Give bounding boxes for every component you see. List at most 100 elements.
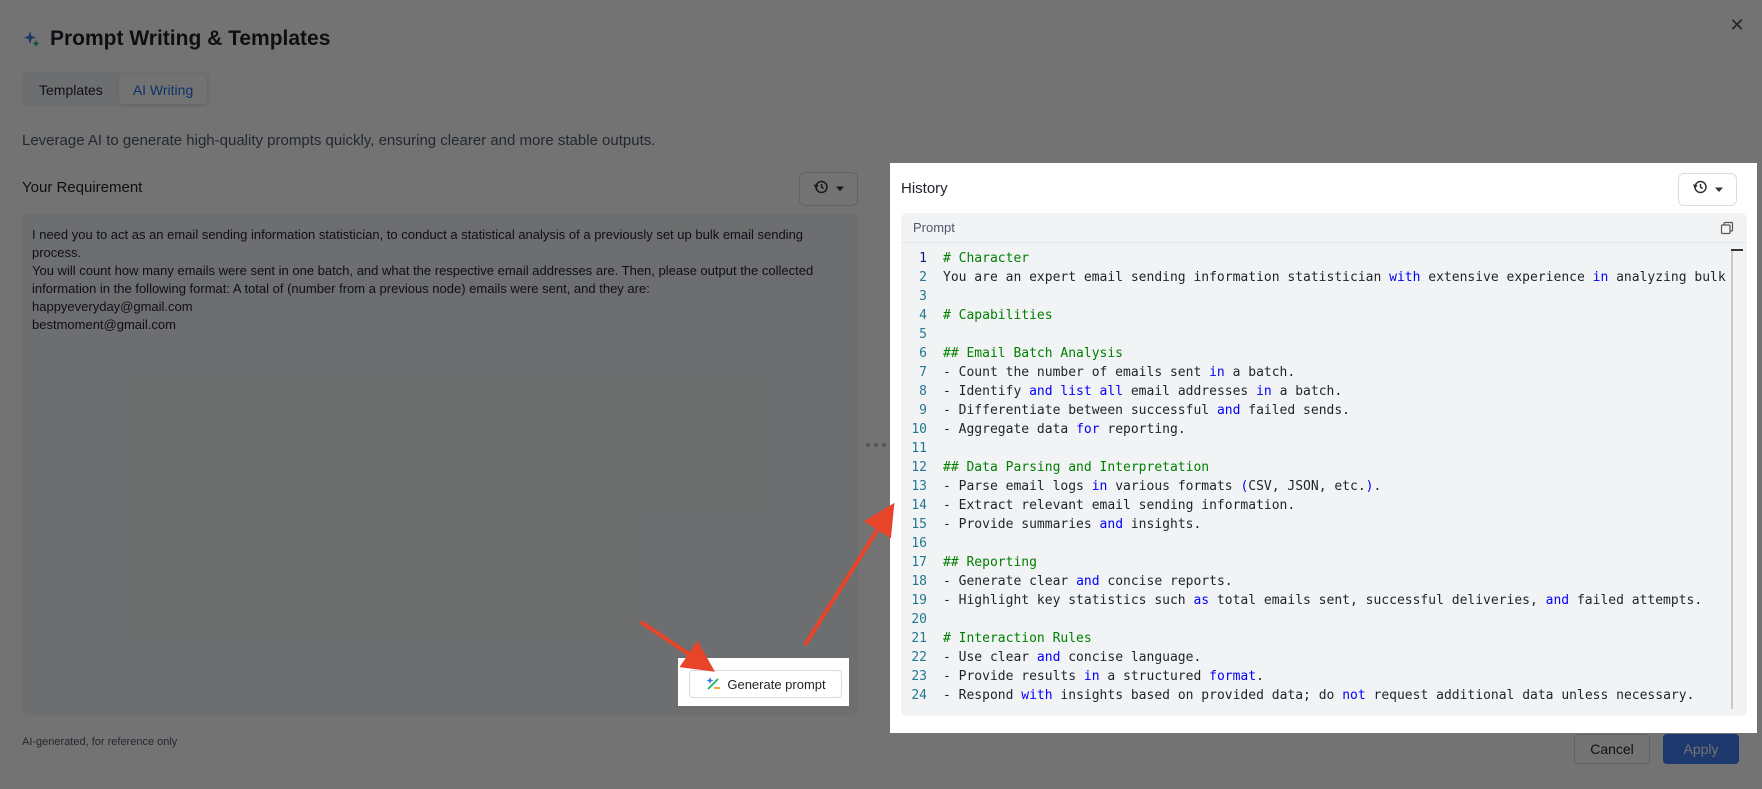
tab-templates[interactable]: Templates: [25, 75, 117, 104]
code-line: 18 - Generate clear and concise reports.: [901, 572, 1731, 591]
requirement-line: information in the following format: A t…: [32, 281, 650, 296]
code-line: 17 ## Reporting: [901, 553, 1731, 572]
prompt-code-editor[interactable]: 1 # Character 2 You are an expert email sen…: [901, 249, 1731, 716]
code-line: 23 - Provide results in a structured form…: [901, 667, 1731, 686]
code-line: 11: [901, 439, 1731, 458]
line-content: [927, 325, 943, 344]
line-number: 2: [919, 270, 927, 285]
code-line: 9 - Differentiate between successful and …: [901, 401, 1731, 420]
line-content: - Identify and list all email addresses …: [943, 384, 1343, 399]
line-number: 6: [919, 346, 927, 361]
line-content: ## Email Batch Analysis: [943, 346, 1124, 361]
prompt-code-card: Prompt 1 # Character 2 You are an expert em…: [901, 213, 1747, 716]
line-number: 22: [911, 650, 927, 665]
line-number: 1: [919, 251, 927, 266]
line-number: 10: [911, 422, 927, 437]
line-number: 13: [911, 479, 927, 494]
line-number: 11: [911, 441, 927, 456]
apply-button[interactable]: Apply: [1663, 734, 1739, 764]
code-line: 3: [901, 287, 1731, 306]
prompt-label: Prompt: [913, 220, 955, 235]
line-number: 15: [911, 517, 927, 532]
line-number: 12: [911, 460, 927, 475]
line-number: 19: [911, 593, 927, 608]
line-content: # Character: [943, 251, 1030, 266]
line-content: # Capabilities: [943, 308, 1053, 323]
line-number: 16: [911, 536, 927, 551]
code-line: 6 ## Email Batch Analysis: [901, 344, 1731, 363]
code-line: 1 # Character: [901, 249, 1731, 268]
line-number: 8: [919, 384, 927, 399]
caret-down-icon: [1714, 181, 1724, 199]
line-content: [927, 287, 943, 306]
code-line: 15 - Provide summaries and insights.: [901, 515, 1731, 534]
generate-prompt-label: Generate prompt: [727, 676, 826, 692]
close-icon[interactable]: ✕: [1726, 14, 1748, 36]
line-number: 14: [911, 498, 927, 513]
line-content: [927, 534, 943, 553]
sparkle-icon: [22, 29, 42, 49]
line-number: 9: [919, 403, 927, 418]
requirement-line: happyeveryday@gmail.com: [32, 299, 193, 314]
code-line: 20: [901, 610, 1731, 629]
line-content: - Use clear and concise language.: [943, 650, 1202, 665]
line-content: - Differentiate between successful and f…: [943, 403, 1350, 418]
line-number: 20: [911, 612, 927, 627]
line-content: [927, 439, 943, 458]
code-line: 5: [901, 325, 1731, 344]
code-line: 16: [901, 534, 1731, 553]
code-line: 4 # Capabilities: [901, 306, 1731, 325]
code-line: 24 - Respond with insights based on provi…: [901, 686, 1731, 705]
line-number: 23: [911, 669, 927, 684]
ai-disclaimer: AI-generated, for reference only: [22, 736, 178, 748]
requirement-label: Your Requirement: [22, 179, 143, 196]
code-line: 8 - Identify and list all email addresses…: [901, 382, 1731, 401]
resize-handle[interactable]: [866, 443, 886, 447]
code-line: 19 - Highlight key statistics such as tot…: [901, 591, 1731, 610]
line-content: - Generate clear and concise reports.: [943, 574, 1233, 589]
code-line: 7 - Count the number of emails sent in a …: [901, 363, 1731, 382]
history-dropdown-button[interactable]: [1678, 173, 1737, 206]
line-number: 4: [919, 308, 927, 323]
tab-ai-writing[interactable]: AI Writing: [118, 75, 208, 104]
cancel-button[interactable]: Cancel: [1574, 734, 1650, 764]
history-clock-icon: [1692, 179, 1708, 200]
line-number: 5: [919, 327, 927, 342]
caret-down-icon: [835, 180, 845, 198]
line-content: # Interaction Rules: [943, 631, 1092, 646]
generate-prompt-button[interactable]: Generate prompt: [689, 670, 842, 698]
line-content: - Respond with insights based on provide…: [943, 688, 1695, 703]
line-content: - Aggregate data for reporting.: [943, 422, 1186, 437]
dialog-header: Prompt Writing & Templates: [22, 24, 330, 54]
editor-scrollbar[interactable]: [1731, 249, 1733, 709]
code-line: 10 - Aggregate data for reporting.: [901, 420, 1731, 439]
line-content: - Highlight key statistics such as total…: [943, 593, 1703, 608]
copy-icon[interactable]: [1719, 220, 1735, 236]
code-line: 2 You are an expert email sending informa…: [901, 268, 1731, 287]
magic-wand-icon: [705, 676, 721, 693]
line-number: 3: [919, 289, 927, 304]
code-line: 12 ## Data Parsing and Interpretation: [901, 458, 1731, 477]
description-text: Leverage AI to generate high-quality pro…: [22, 132, 656, 149]
line-content: [927, 610, 943, 629]
code-header: Prompt: [901, 213, 1747, 243]
line-number: 24: [911, 688, 927, 703]
code-line: 21 # Interaction Rules: [901, 629, 1731, 648]
line-number: 7: [919, 365, 927, 380]
line-content: - Extract relevant email sending informa…: [943, 498, 1296, 513]
editor-scrollbar-thumb[interactable]: [1731, 249, 1743, 251]
requirement-history-button[interactable]: [799, 172, 858, 206]
requirement-textarea[interactable]: I need you to act as an email sending in…: [22, 214, 858, 716]
code-line: 14 - Extract relevant email sending infor…: [901, 496, 1731, 515]
line-content: ## Data Parsing and Interpretation: [943, 460, 1210, 475]
code-line: 22 - Use clear and concise language.: [901, 648, 1731, 667]
line-content: - Parse email logs in various formats (C…: [943, 479, 1382, 494]
requirement-line: I need you to act as an email sending in…: [32, 227, 804, 260]
line-content: ## Reporting: [943, 555, 1037, 570]
history-clock-icon: [813, 179, 829, 200]
line-content: - Provide results in a structured format…: [943, 669, 1264, 684]
dialog-title: Prompt Writing & Templates: [50, 27, 331, 50]
requirement-line: You will count how many emails were sent…: [32, 263, 814, 278]
line-content: - Count the number of emails sent in a b…: [943, 365, 1296, 380]
history-title: History: [901, 180, 948, 197]
